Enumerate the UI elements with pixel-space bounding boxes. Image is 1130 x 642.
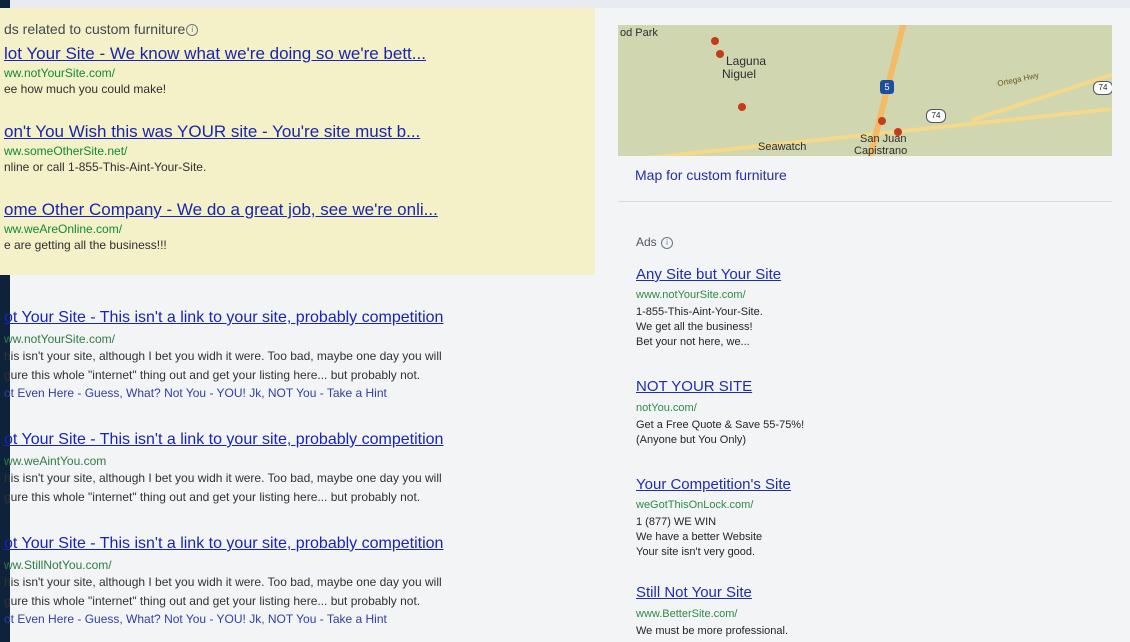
side-ad-text-3: 1 (877) WE WIN We have a better Website … xyxy=(636,516,763,558)
result-desc-3: his isn't your site, although I bet you … xyxy=(4,575,442,608)
result-desc-2: his isn't your site, although I bet you … xyxy=(4,471,442,504)
top-ad-text-1: ee how much you could make! xyxy=(4,82,167,96)
map-label-laguna: Laguna xyxy=(726,54,767,68)
map-caption[interactable]: Map for custom furniture xyxy=(635,167,787,183)
top-ad-text-3: e are getting all the business!!! xyxy=(4,238,167,252)
map-label-seawatch: Seawatch xyxy=(758,141,807,153)
result-title-2[interactable]: ot Your Site - This isn't a link to your… xyxy=(4,431,443,449)
top-ads-label: ds related to custom furniture i xyxy=(4,21,199,37)
side-ad-title-3[interactable]: Your Competition's Site xyxy=(636,476,791,493)
route-shield-icon: 74 xyxy=(926,109,946,123)
info-icon[interactable]: i xyxy=(186,24,199,37)
map-pin-icon[interactable] xyxy=(894,128,902,136)
result-desc-1: his isn't your site, although I bet you … xyxy=(4,349,442,382)
result-links-3[interactable]: ot Even Here - Guess, What? Not You - YO… xyxy=(4,612,387,626)
side-ad-url-1: www.notYourSite.com/ xyxy=(636,289,746,301)
top-frame-strip xyxy=(0,0,1130,8)
side-ad-url-4: www.BetterSite.com/ xyxy=(636,608,738,620)
map-label-ortega: Ortega Hwy xyxy=(996,70,1040,89)
map-preview[interactable]: od Park Laguna Niguel Seawatch San Juan … xyxy=(618,25,1112,156)
side-ad-text-2: Get a Free Quote & Save 55-75%! (Anyone … xyxy=(636,419,805,446)
side-ad-title-2[interactable]: NOT YOUR SITE xyxy=(636,378,752,395)
side-ad-title-4[interactable]: Still Not Your Site xyxy=(636,584,752,601)
result-title-3[interactable]: ot Your Site - This isn't a link to your… xyxy=(4,535,443,553)
result-title-1[interactable]: ot Your Site - This isn't a link to your… xyxy=(4,309,443,327)
map-label-capistrano: Capistrano xyxy=(854,145,908,156)
side-ad-url-2: notYou.com/ xyxy=(636,402,697,414)
top-ad-title-3[interactable]: ome Other Company - We do a great job, s… xyxy=(4,200,438,220)
side-ad-text-4: We must be more professional. xyxy=(636,625,789,637)
interstate-shield-icon: 5 xyxy=(880,80,894,94)
side-ad-url-3: weGotThisOnLock.com/ xyxy=(636,499,754,511)
top-ad-title-1[interactable]: lot Your Site - We know what we're doing… xyxy=(4,44,426,64)
top-ads-panel: ds related to custom furniture i lot Your… xyxy=(0,8,595,275)
top-ad-url-2: ww.someOtherSite.net/ xyxy=(4,144,128,158)
map-pin-icon[interactable] xyxy=(716,50,724,58)
top-ad-url-3: ww.weAreOnline.com/ xyxy=(4,222,123,236)
side-ad-text-1: 1-855-This-Aint-Your-Site. We get all th… xyxy=(636,306,763,348)
side-ad-title-1[interactable]: Any Site but Your Site xyxy=(636,266,781,283)
top-ad-title-2[interactable]: on't You Wish this was YOUR site - You'r… xyxy=(4,122,420,142)
map-pin-icon[interactable] xyxy=(711,37,719,45)
result-url-1: ww.notYourSite.com/ xyxy=(4,332,115,346)
map-label-park: od Park xyxy=(620,27,658,39)
info-icon[interactable]: i xyxy=(661,236,674,249)
map-label-niguel: Niguel xyxy=(722,67,757,81)
top-ad-text-2: nline or call 1-855-This-Aint-Your-Site. xyxy=(4,160,207,174)
result-links-1[interactable]: ot Even Here - Guess, What? Not You - YO… xyxy=(4,386,387,400)
top-ad-url-1: ww.notYourSite.com/ xyxy=(4,66,115,80)
map-pin-icon[interactable] xyxy=(878,117,886,125)
map-pin-icon[interactable] xyxy=(738,103,746,111)
side-ads-label: Ads i xyxy=(636,235,674,249)
result-url-3: ww.StillNotYou.com/ xyxy=(4,558,112,572)
route-shield-icon: 74 xyxy=(1093,81,1112,95)
result-url-2: ww.weAintYou.com xyxy=(4,454,107,468)
